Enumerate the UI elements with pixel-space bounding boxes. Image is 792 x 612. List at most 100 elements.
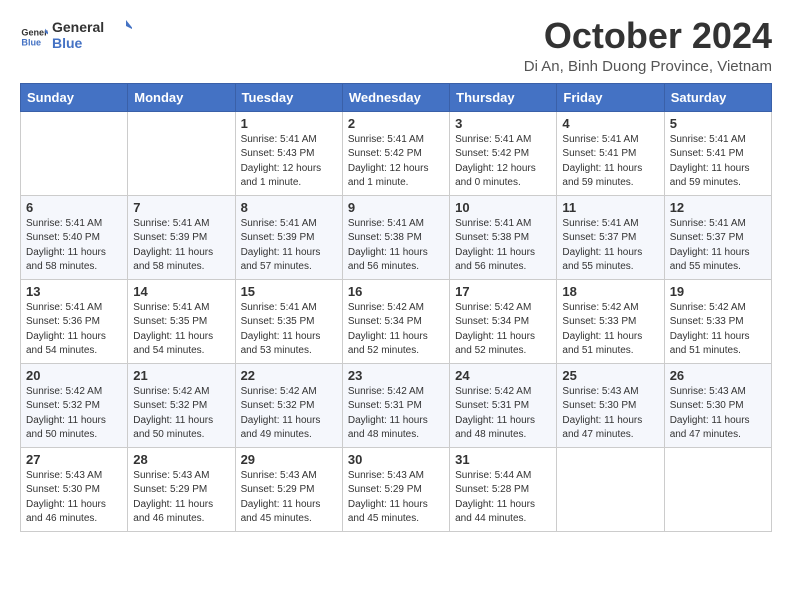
day-info: Sunrise: 5:41 AM Sunset: 5:36 PM Dayligh… bbox=[26, 301, 122, 359]
day-number: 6 bbox=[26, 200, 122, 215]
day-info: Sunrise: 5:41 AM Sunset: 5:42 PM Dayligh… bbox=[455, 133, 551, 191]
calendar-cell: 24Sunrise: 5:42 AM Sunset: 5:31 PM Dayli… bbox=[450, 363, 557, 447]
day-info: Sunrise: 5:42 AM Sunset: 5:34 PM Dayligh… bbox=[455, 301, 551, 359]
day-info: Sunrise: 5:41 AM Sunset: 5:38 PM Dayligh… bbox=[348, 217, 444, 275]
day-info: Sunrise: 5:42 AM Sunset: 5:33 PM Dayligh… bbox=[562, 301, 658, 359]
day-number: 8 bbox=[241, 200, 337, 215]
calendar-cell: 1 Sunrise: 5:41 AM Sunset: 5:43 PM Daylig… bbox=[235, 111, 342, 195]
day-info: Sunrise: 5:42 AM Sunset: 5:33 PM Dayligh… bbox=[670, 301, 766, 359]
calendar-cell: 23 Sunrise: 5:42 AM Sunset: 5:31 PM Dayli… bbox=[342, 363, 449, 447]
page-header: General Blue General Blue October 2024 D… bbox=[20, 16, 772, 75]
day-info: Sunrise: 5:42 AM Sunset: 5:32 PM Dayligh… bbox=[26, 385, 122, 443]
calendar-cell: 25Sunrise: 5:43 AM Sunset: 5:30 PM Dayli… bbox=[557, 363, 664, 447]
day-number: 24 bbox=[455, 368, 551, 383]
day-number: 18 bbox=[562, 284, 658, 299]
day-number: 7 bbox=[133, 200, 229, 215]
calendar-cell: 26Sunrise: 5:43 AM Sunset: 5:30 PM Dayli… bbox=[664, 363, 771, 447]
day-header-saturday: Saturday bbox=[664, 83, 771, 111]
day-info: Sunrise: 5:41 AM Sunset: 5:43 PM Dayligh… bbox=[241, 133, 337, 191]
day-info: Sunrise: 5:41 AM Sunset: 5:39 PM Dayligh… bbox=[241, 217, 337, 275]
day-info: Sunrise: 5:41 AM Sunset: 5:37 PM Dayligh… bbox=[670, 217, 766, 275]
day-header-tuesday: Tuesday bbox=[235, 83, 342, 111]
calendar-cell: 7 Sunrise: 5:41 AM Sunset: 5:39 PM Daylig… bbox=[128, 195, 235, 279]
calendar-cell: 28Sunrise: 5:43 AM Sunset: 5:29 PM Dayli… bbox=[128, 447, 235, 531]
day-number: 31 bbox=[455, 452, 551, 467]
day-number: 15 bbox=[241, 284, 337, 299]
week-row-1: 1 Sunrise: 5:41 AM Sunset: 5:43 PM Daylig… bbox=[21, 111, 772, 195]
day-info: Sunrise: 5:42 AM Sunset: 5:34 PM Dayligh… bbox=[348, 301, 444, 359]
day-number: 28 bbox=[133, 452, 229, 467]
day-info: Sunrise: 5:43 AM Sunset: 5:30 PM Dayligh… bbox=[26, 469, 122, 527]
day-info: Sunrise: 5:41 AM Sunset: 5:39 PM Dayligh… bbox=[133, 217, 229, 275]
calendar-cell: 16 Sunrise: 5:42 AM Sunset: 5:34 PM Dayli… bbox=[342, 279, 449, 363]
day-number: 23 bbox=[348, 368, 444, 383]
calendar-cell: 8 Sunrise: 5:41 AM Sunset: 5:39 PM Daylig… bbox=[235, 195, 342, 279]
calendar-cell: 9 Sunrise: 5:41 AM Sunset: 5:38 PM Daylig… bbox=[342, 195, 449, 279]
day-info: Sunrise: 5:41 AM Sunset: 5:35 PM Dayligh… bbox=[241, 301, 337, 359]
calendar-cell: 6 Sunrise: 5:41 AM Sunset: 5:40 PM Daylig… bbox=[21, 195, 128, 279]
day-info: Sunrise: 5:42 AM Sunset: 5:32 PM Dayligh… bbox=[241, 385, 337, 443]
logo-svg: General Blue bbox=[52, 16, 132, 52]
calendar-cell: 22 Sunrise: 5:42 AM Sunset: 5:32 PM Dayli… bbox=[235, 363, 342, 447]
calendar-cell: 3 Sunrise: 5:41 AM Sunset: 5:42 PM Daylig… bbox=[450, 111, 557, 195]
calendar-cell bbox=[21, 111, 128, 195]
svg-text:General: General bbox=[21, 27, 48, 37]
day-number: 11 bbox=[562, 200, 658, 215]
calendar-cell: 13Sunrise: 5:41 AM Sunset: 5:36 PM Dayli… bbox=[21, 279, 128, 363]
day-info: Sunrise: 5:41 AM Sunset: 5:37 PM Dayligh… bbox=[562, 217, 658, 275]
calendar-cell: 4Sunrise: 5:41 AM Sunset: 5:41 PM Daylig… bbox=[557, 111, 664, 195]
day-number: 22 bbox=[241, 368, 337, 383]
day-header-wednesday: Wednesday bbox=[342, 83, 449, 111]
calendar-cell: 27 Sunrise: 5:43 AM Sunset: 5:30 PM Dayli… bbox=[21, 447, 128, 531]
day-info: Sunrise: 5:41 AM Sunset: 5:38 PM Dayligh… bbox=[455, 217, 551, 275]
day-number: 21 bbox=[133, 368, 229, 383]
calendar-cell: 17Sunrise: 5:42 AM Sunset: 5:34 PM Dayli… bbox=[450, 279, 557, 363]
day-number: 20 bbox=[26, 368, 122, 383]
day-info: Sunrise: 5:41 AM Sunset: 5:41 PM Dayligh… bbox=[562, 133, 658, 191]
logo: General Blue General Blue bbox=[20, 16, 132, 57]
week-row-4: 20 Sunrise: 5:42 AM Sunset: 5:32 PM Dayli… bbox=[21, 363, 772, 447]
calendar-cell: 5 Sunrise: 5:41 AM Sunset: 5:41 PM Daylig… bbox=[664, 111, 771, 195]
calendar-cell: 14Sunrise: 5:41 AM Sunset: 5:35 PM Dayli… bbox=[128, 279, 235, 363]
calendar-cell: 18 Sunrise: 5:42 AM Sunset: 5:33 PM Dayli… bbox=[557, 279, 664, 363]
day-info: Sunrise: 5:41 AM Sunset: 5:41 PM Dayligh… bbox=[670, 133, 766, 191]
calendar-cell bbox=[557, 447, 664, 531]
calendar-cell: 31 Sunrise: 5:44 AM Sunset: 5:28 PM Dayli… bbox=[450, 447, 557, 531]
day-info: Sunrise: 5:44 AM Sunset: 5:28 PM Dayligh… bbox=[455, 469, 551, 527]
calendar-cell: 29 Sunrise: 5:43 AM Sunset: 5:29 PM Dayli… bbox=[235, 447, 342, 531]
day-number: 3 bbox=[455, 116, 551, 131]
subtitle: Di An, Binh Duong Province, Vietnam bbox=[524, 58, 772, 75]
calendar-cell: 10Sunrise: 5:41 AM Sunset: 5:38 PM Dayli… bbox=[450, 195, 557, 279]
month-title: October 2024 bbox=[524, 16, 772, 56]
day-number: 29 bbox=[241, 452, 337, 467]
calendar-cell bbox=[664, 447, 771, 531]
day-info: Sunrise: 5:41 AM Sunset: 5:42 PM Dayligh… bbox=[348, 133, 444, 191]
week-row-3: 13Sunrise: 5:41 AM Sunset: 5:36 PM Dayli… bbox=[21, 279, 772, 363]
day-info: Sunrise: 5:43 AM Sunset: 5:29 PM Dayligh… bbox=[348, 469, 444, 527]
logo-icon: General Blue bbox=[20, 23, 48, 51]
day-number: 19 bbox=[670, 284, 766, 299]
day-info: Sunrise: 5:43 AM Sunset: 5:29 PM Dayligh… bbox=[241, 469, 337, 527]
week-row-5: 27 Sunrise: 5:43 AM Sunset: 5:30 PM Dayli… bbox=[21, 447, 772, 531]
day-number: 9 bbox=[348, 200, 444, 215]
day-number: 5 bbox=[670, 116, 766, 131]
svg-text:General: General bbox=[52, 19, 104, 35]
day-number: 1 bbox=[241, 116, 337, 131]
day-number: 27 bbox=[26, 452, 122, 467]
day-header-thursday: Thursday bbox=[450, 83, 557, 111]
week-row-2: 6 Sunrise: 5:41 AM Sunset: 5:40 PM Daylig… bbox=[21, 195, 772, 279]
day-info: Sunrise: 5:42 AM Sunset: 5:31 PM Dayligh… bbox=[348, 385, 444, 443]
calendar-header-row: SundayMondayTuesdayWednesdayThursdayFrid… bbox=[21, 83, 772, 111]
day-info: Sunrise: 5:43 AM Sunset: 5:30 PM Dayligh… bbox=[562, 385, 658, 443]
day-info: Sunrise: 5:41 AM Sunset: 5:40 PM Dayligh… bbox=[26, 217, 122, 275]
calendar-cell: 2 Sunrise: 5:41 AM Sunset: 5:42 PM Daylig… bbox=[342, 111, 449, 195]
day-number: 2 bbox=[348, 116, 444, 131]
day-header-sunday: Sunday bbox=[21, 83, 128, 111]
title-block: October 2024 Di An, Binh Duong Province,… bbox=[524, 16, 772, 75]
calendar-cell: 30Sunrise: 5:43 AM Sunset: 5:29 PM Dayli… bbox=[342, 447, 449, 531]
svg-text:Blue: Blue bbox=[21, 37, 41, 47]
calendar-cell bbox=[128, 111, 235, 195]
day-number: 12 bbox=[670, 200, 766, 215]
day-header-friday: Friday bbox=[557, 83, 664, 111]
day-number: 16 bbox=[348, 284, 444, 299]
